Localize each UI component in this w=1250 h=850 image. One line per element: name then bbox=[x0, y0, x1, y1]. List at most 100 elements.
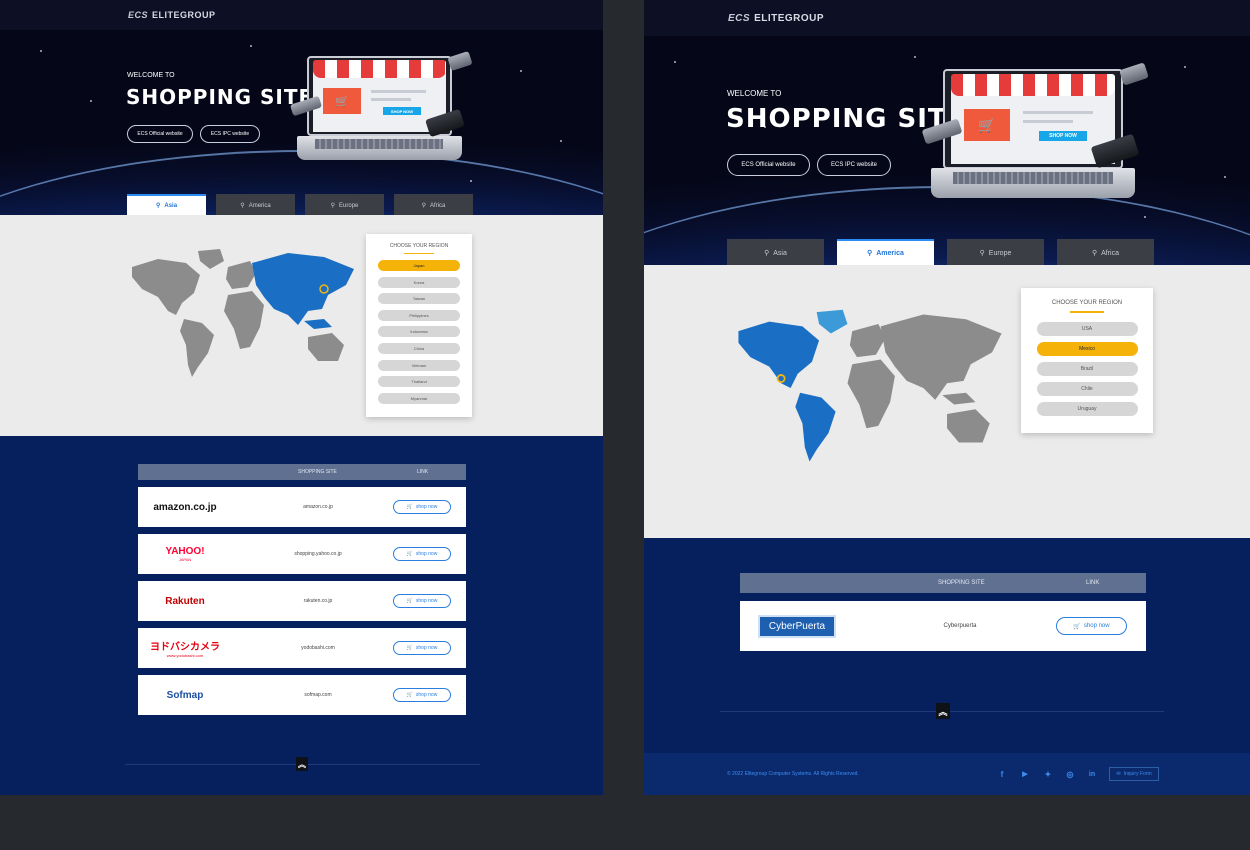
header-bar: ECS ELITEGROUP bbox=[0, 0, 603, 30]
store-logo-text: CyberPuerta bbox=[768, 620, 826, 632]
tab-label: Europe bbox=[339, 202, 359, 209]
region-pill-chile[interactable]: Chile bbox=[1036, 381, 1138, 396]
store-logo: ヨドバシカメラ www.yodobashi.com bbox=[150, 638, 220, 658]
store-logo-subtext: www.yodobashi.com bbox=[166, 653, 204, 658]
region-pill-taiwan[interactable]: Taiwan bbox=[378, 293, 460, 305]
store-row: CyberPuerta Cyberpuerta 🛒 shop now bbox=[740, 601, 1146, 651]
cart-icon: 🛒 bbox=[406, 645, 413, 651]
region-pill-vietnam[interactable]: Vietnam bbox=[378, 359, 460, 371]
region-pill-usa[interactable]: USA bbox=[1036, 321, 1138, 336]
tab-label: America bbox=[248, 202, 271, 209]
cart-icon: 🛒 bbox=[323, 88, 361, 114]
ecs-official-website-button[interactable]: ECS Official website bbox=[727, 154, 810, 176]
table-header: SHOPPING SITE LINK bbox=[138, 464, 466, 480]
tab-africa[interactable]: ⚲ Africa bbox=[394, 194, 473, 215]
region-selector-card: CHOOSE YOUR REGION Japan Korea Taiwan Phili… bbox=[366, 234, 472, 417]
inquiry-form-button[interactable]: ✉ Inquiry Form bbox=[1109, 767, 1159, 781]
region-pill-china[interactable]: China bbox=[378, 342, 460, 354]
region-pill-thailand[interactable]: Thailand bbox=[378, 376, 460, 388]
laptop-shop-illustration: 🛒 SHOP NOW bbox=[289, 50, 475, 162]
shop-now-label: shop now bbox=[415, 692, 438, 698]
region-pill-korea[interactable]: Korea bbox=[378, 276, 460, 288]
region-pill-myanmar[interactable]: Myanmar bbox=[378, 392, 460, 404]
store-name: Cyberpuerta bbox=[943, 623, 977, 629]
illustration-shop-now: SHOP NOW bbox=[383, 107, 421, 115]
region-list: USA Mexico Brazil Chile Uruguay bbox=[1021, 321, 1153, 416]
region-title-underline bbox=[404, 253, 434, 254]
store-name: amazon.co.jp bbox=[303, 504, 333, 510]
region-pill-japan[interactable]: Japan bbox=[378, 260, 460, 271]
map-pin-icon: ⚲ bbox=[155, 203, 161, 209]
cart-icon: 🛒 bbox=[406, 692, 413, 698]
store-row: ヨドバシカメラ www.yodobashi.com yodobashi.com 🛒 sh… bbox=[138, 628, 466, 668]
ecs-logo[interactable]: ECS ELITEGROUP bbox=[728, 13, 824, 24]
shop-now-button[interactable]: 🛒 shop now bbox=[393, 641, 451, 655]
tab-america[interactable]: ⚲ America bbox=[216, 194, 295, 215]
col-shopping-site: SHOPPING SITE bbox=[298, 469, 337, 475]
store-logo-text: Sofmap bbox=[166, 689, 204, 701]
back-to-top-button[interactable]: ︽ bbox=[296, 757, 308, 771]
tab-label: Asia bbox=[773, 249, 787, 257]
tab-africa[interactable]: ⚲ Africa bbox=[1057, 239, 1154, 265]
region-selector-card: CHOOSE YOUR REGION USA Mexico Brazil Chile U… bbox=[1021, 288, 1153, 433]
col-link: LINK bbox=[417, 469, 429, 475]
linkedin-icon[interactable]: in bbox=[1087, 769, 1097, 779]
map-pin-icon: ⚲ bbox=[979, 250, 985, 257]
store-logo: YAHOO! JAPAN bbox=[150, 546, 220, 562]
ecs-logo[interactable]: ECS ELITEGROUP bbox=[128, 10, 216, 20]
ecs-ipc-website-button[interactable]: ECS IPC website bbox=[817, 154, 891, 176]
shop-now-label: shop now bbox=[415, 551, 438, 557]
table-header: SHOPPING SITE LINK bbox=[740, 573, 1146, 593]
region-pill-mexico[interactable]: Mexico bbox=[1036, 341, 1138, 356]
ecs-official-website-button[interactable]: ECS Official website bbox=[127, 125, 193, 143]
back-to-top-button[interactable]: ︽ bbox=[936, 703, 950, 719]
world-map-asia bbox=[132, 249, 354, 377]
tab-label: Asia bbox=[164, 202, 178, 209]
footer: © 2022 Elitegroup Computer Systems. All … bbox=[644, 753, 1250, 795]
shop-now-label: shop now bbox=[1083, 623, 1110, 629]
copyright-text: © 2022 Elitegroup Computer Systems. All … bbox=[727, 771, 859, 777]
tab-europe[interactable]: ⚲ Europe bbox=[947, 239, 1044, 265]
region-pill-indonesia[interactable]: Indonesia bbox=[378, 326, 460, 338]
cart-icon: 🛒 bbox=[406, 598, 413, 604]
welcome-text: WELCOME TO bbox=[727, 89, 782, 98]
logo-text: ELITEGROUP bbox=[152, 10, 216, 20]
store-logo-text: YAHOO! bbox=[165, 546, 205, 557]
store-row: amazon.co.jp amazon.co.jp 🛒 shop now bbox=[138, 487, 466, 527]
store-row: Rakuten rakuten.co.jp 🛒 shop now bbox=[138, 581, 466, 621]
region-title: CHOOSE YOUR REGION bbox=[389, 243, 449, 249]
shop-now-button[interactable]: 🛒 shop now bbox=[1056, 617, 1127, 635]
store-logo: CyberPuerta bbox=[758, 614, 836, 638]
tab-europe[interactable]: ⚲ Europe bbox=[305, 194, 384, 215]
shop-now-button[interactable]: 🛒 shop now bbox=[393, 500, 451, 514]
instagram-icon[interactable]: ◎ bbox=[1065, 769, 1075, 779]
ecs-ipc-website-button[interactable]: ECS IPC website bbox=[200, 125, 260, 143]
facebook-icon[interactable]: f bbox=[997, 769, 1007, 779]
twitter-icon[interactable]: ✦ bbox=[1043, 769, 1053, 779]
map-section: CHOOSE YOUR REGION USA Mexico Brazil Chile U… bbox=[644, 265, 1250, 538]
america-page-screenshot: ECS ELITEGROUP WELCOME TO SHOPPING SITES… bbox=[644, 0, 1250, 795]
youtube-icon[interactable]: ▶ bbox=[1019, 769, 1031, 779]
tab-america[interactable]: ⚲ America bbox=[837, 239, 934, 265]
shop-now-button[interactable]: 🛒 shop now bbox=[393, 594, 451, 608]
shop-now-button[interactable]: 🛒 shop now bbox=[393, 547, 451, 561]
region-pill-philippines[interactable]: Philippines bbox=[378, 309, 460, 321]
store-name: rakuten.co.jp bbox=[303, 598, 333, 604]
map-pin-icon: ⚲ bbox=[764, 250, 770, 257]
illustration-shop-now: SHOP NOW bbox=[1039, 131, 1087, 141]
store-logo-text: Rakuten bbox=[165, 595, 205, 607]
shop-now-button[interactable]: 🛒 shop now bbox=[393, 688, 451, 702]
welcome-text: WELCOME TO bbox=[127, 72, 175, 79]
map-pin-icon: ⚲ bbox=[421, 203, 427, 209]
tab-asia[interactable]: ⚲ Asia bbox=[127, 194, 206, 215]
cart-icon: 🛒 bbox=[406, 551, 413, 557]
tab-asia[interactable]: ⚲ Asia bbox=[727, 239, 824, 265]
region-pill-uruguay[interactable]: Uruguay bbox=[1036, 401, 1138, 416]
tab-label: America bbox=[876, 249, 904, 257]
cart-icon: 🛒 bbox=[1073, 623, 1081, 630]
double-chevron-up-icon: ︽ bbox=[298, 759, 306, 769]
mail-icon: ✉ bbox=[1116, 771, 1121, 777]
header-bar: ECS ELITEGROUP bbox=[644, 0, 1250, 36]
store-row: Sofmap sofmap.com 🛒 shop now bbox=[138, 675, 466, 715]
region-pill-brazil[interactable]: Brazil bbox=[1036, 361, 1138, 376]
